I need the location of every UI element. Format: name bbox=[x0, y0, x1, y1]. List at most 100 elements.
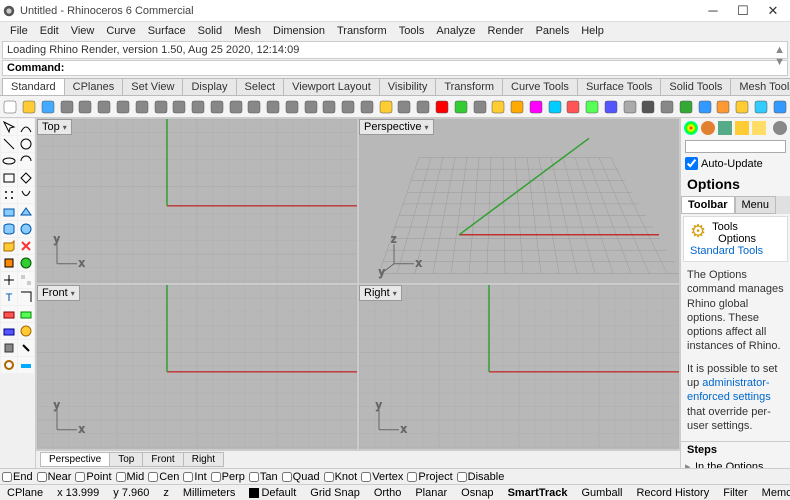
toolbar-button-40[interactable] bbox=[753, 98, 770, 116]
auto-update-checkbox[interactable]: Auto-Update bbox=[681, 155, 790, 172]
status-grid-snap[interactable]: Grid Snap bbox=[307, 487, 363, 499]
left-tool-9[interactable] bbox=[18, 187, 34, 203]
tab-surface-tools[interactable]: Surface Tools bbox=[577, 78, 661, 95]
left-tool-17[interactable] bbox=[18, 255, 34, 271]
left-tool-22[interactable] bbox=[1, 306, 17, 322]
toolbar-button-3[interactable] bbox=[58, 98, 75, 116]
toolbar-button-6[interactable] bbox=[115, 98, 132, 116]
menu-options[interactable]: Options bbox=[712, 233, 756, 245]
viewport-label[interactable]: Top▾ bbox=[37, 119, 72, 135]
left-tool-7[interactable] bbox=[18, 170, 34, 186]
osnap-disable[interactable]: Disable bbox=[457, 471, 505, 483]
viewtab-perspective[interactable]: Perspective bbox=[40, 452, 110, 467]
left-tool-5[interactable] bbox=[18, 153, 34, 169]
standard-tools-link[interactable]: Standard Tools bbox=[690, 245, 763, 257]
left-tool-28[interactable] bbox=[1, 357, 17, 373]
status-smarttrack[interactable]: SmartTrack bbox=[505, 487, 571, 499]
tab-visibility[interactable]: Visibility bbox=[379, 78, 437, 95]
osnap-tan[interactable]: Tan bbox=[249, 471, 278, 483]
viewport-label[interactable]: Perspective▾ bbox=[359, 119, 434, 135]
osnap-mid[interactable]: Mid bbox=[116, 471, 145, 483]
toolbar-button-23[interactable] bbox=[434, 98, 451, 116]
menu-tools[interactable]: Tools bbox=[712, 221, 756, 233]
left-tool-13[interactable] bbox=[18, 221, 34, 237]
left-tool-14[interactable] bbox=[1, 238, 17, 254]
left-tool-15[interactable] bbox=[18, 238, 34, 254]
chevron-down-icon[interactable]: ▾ bbox=[393, 289, 397, 298]
toolbar-button-29[interactable] bbox=[546, 98, 563, 116]
tab-set-view[interactable]: Set View bbox=[122, 78, 183, 95]
toolbar-button-17[interactable] bbox=[321, 98, 338, 116]
auto-update-check[interactable] bbox=[685, 157, 698, 170]
viewport-right[interactable]: xyRight▾ bbox=[359, 285, 679, 449]
settings-icon[interactable] bbox=[773, 121, 787, 135]
status-x[interactable]: x 13.999 bbox=[54, 487, 102, 499]
tab-transform[interactable]: Transform bbox=[435, 78, 503, 95]
viewport-front[interactable]: xyFront▾ bbox=[37, 285, 357, 449]
toolbar-button-41[interactable] bbox=[771, 98, 788, 116]
left-tool-12[interactable] bbox=[1, 221, 17, 237]
status-layer[interactable]: Default bbox=[246, 487, 299, 499]
toolbar-button-18[interactable] bbox=[340, 98, 357, 116]
left-tool-2[interactable] bbox=[1, 136, 17, 152]
tab-mesh-tools[interactable]: Mesh Tools bbox=[730, 78, 790, 95]
osnap-project[interactable]: Project bbox=[407, 471, 452, 483]
toolbar-button-19[interactable] bbox=[359, 98, 376, 116]
status-gumball[interactable]: Gumball bbox=[579, 487, 626, 499]
materials-icon[interactable] bbox=[701, 121, 715, 135]
toolbar-button-9[interactable] bbox=[171, 98, 188, 116]
osnap-point[interactable]: Point bbox=[75, 471, 111, 483]
toolbar-button-10[interactable] bbox=[190, 98, 207, 116]
toolbar-button-15[interactable] bbox=[283, 98, 300, 116]
menu-tools[interactable]: Tools bbox=[393, 25, 431, 37]
toolbar-button-32[interactable] bbox=[603, 98, 620, 116]
left-tool-1[interactable] bbox=[18, 119, 34, 135]
minimize-button[interactable]: ─ bbox=[698, 3, 728, 18]
toolbar-button-7[interactable] bbox=[133, 98, 150, 116]
menu-view[interactable]: View bbox=[65, 25, 101, 37]
menu-solid[interactable]: Solid bbox=[192, 25, 228, 37]
panel-search-input[interactable] bbox=[685, 140, 786, 153]
maximize-button[interactable]: ☐ bbox=[728, 3, 758, 19]
osnap-perp[interactable]: Perp bbox=[211, 471, 245, 483]
tab-display[interactable]: Display bbox=[182, 78, 236, 95]
toolbar-button-24[interactable] bbox=[452, 98, 469, 116]
help-icon[interactable] bbox=[752, 121, 766, 135]
toolbar-button-34[interactable] bbox=[640, 98, 657, 116]
left-tool-16[interactable] bbox=[1, 255, 17, 271]
menu-panels[interactable]: Panels bbox=[530, 25, 576, 37]
viewport-label[interactable]: Front▾ bbox=[37, 285, 80, 301]
status-cplane[interactable]: CPlane bbox=[4, 487, 46, 499]
left-tool-19[interactable] bbox=[18, 272, 34, 288]
render-icon[interactable] bbox=[684, 121, 698, 135]
command-history[interactable]: Loading Rhino Render, version 1.50, Aug … bbox=[2, 41, 788, 59]
toolbar-button-22[interactable] bbox=[415, 98, 432, 116]
left-tool-20[interactable]: T bbox=[1, 289, 17, 305]
menu-edit[interactable]: Edit bbox=[34, 25, 65, 37]
osnap-end[interactable]: End bbox=[2, 471, 33, 483]
menu-transform[interactable]: Transform bbox=[331, 25, 393, 37]
history-scroll-icon[interactable]: ▲▼ bbox=[774, 44, 785, 68]
status-record-history[interactable]: Record History bbox=[633, 487, 712, 499]
tab-menu[interactable]: Menu bbox=[735, 196, 777, 214]
left-tool-10[interactable] bbox=[1, 204, 17, 220]
properties-icon[interactable] bbox=[735, 121, 749, 135]
osnap-near[interactable]: Near bbox=[37, 471, 72, 483]
toolbar-button-21[interactable] bbox=[396, 98, 413, 116]
osnap-int[interactable]: Int bbox=[183, 471, 206, 483]
toolbar-button-14[interactable] bbox=[265, 98, 282, 116]
left-tool-21[interactable] bbox=[18, 289, 34, 305]
toolbar-button-12[interactable] bbox=[227, 98, 244, 116]
tab-toolbar[interactable]: Toolbar bbox=[681, 196, 735, 214]
chevron-down-icon[interactable]: ▾ bbox=[63, 123, 67, 132]
chevron-down-icon[interactable]: ▾ bbox=[424, 123, 428, 132]
left-tool-26[interactable] bbox=[1, 340, 17, 356]
toolbar-button-30[interactable] bbox=[565, 98, 582, 116]
status-osnap[interactable]: Osnap bbox=[458, 487, 496, 499]
viewport-label[interactable]: Right▾ bbox=[359, 285, 402, 301]
status-units[interactable]: Millimeters bbox=[180, 487, 239, 499]
status-filter[interactable]: Filter bbox=[720, 487, 750, 499]
toolbar-button-13[interactable] bbox=[246, 98, 263, 116]
osnap-quad[interactable]: Quad bbox=[282, 471, 320, 483]
viewtab-right[interactable]: Right bbox=[183, 452, 224, 467]
